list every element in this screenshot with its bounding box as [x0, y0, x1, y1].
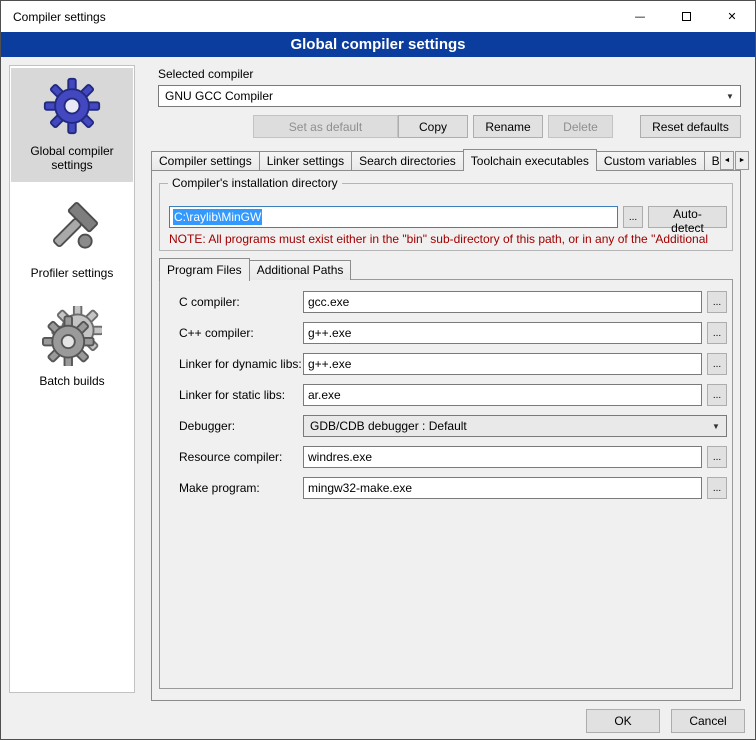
gray-gear-icon	[42, 306, 102, 366]
bin-subdirectory-note: NOTE: All programs must exist either in …	[169, 232, 729, 246]
dynamic-linker-label: Linker for dynamic libs:	[179, 357, 303, 371]
selected-text: C:\raylib\MinGW	[173, 209, 262, 225]
cpp-compiler-label: C++ compiler:	[179, 326, 303, 340]
groupbox-legend: Compiler's installation directory	[168, 176, 342, 190]
tab-search-directories[interactable]: Search directories	[351, 151, 464, 171]
tab-toolchain-executables[interactable]: Toolchain executables	[463, 149, 597, 171]
form-row-static-linker: Linker for static libs: ...	[179, 384, 727, 406]
chevron-down-icon: ▼	[706, 422, 726, 431]
resource-compiler-input[interactable]	[303, 446, 702, 468]
copy-button[interactable]: Copy	[398, 115, 468, 138]
close-icon[interactable]: ✕	[709, 1, 755, 32]
program-files-tabstrip: Program Files Additional Paths	[159, 258, 350, 280]
rename-button[interactable]: Rename	[473, 115, 543, 138]
selected-compiler-dropdown[interactable]: GNU GCC Compiler ▼	[158, 85, 741, 107]
static-linker-label: Linker for static libs:	[179, 388, 303, 402]
resource-compiler-label: Resource compiler:	[179, 450, 303, 464]
browse-directory-button[interactable]: ...	[623, 206, 643, 228]
form-row-make-program: Make program: ...	[179, 477, 727, 499]
browse-static-linker-button[interactable]: ...	[707, 384, 727, 406]
selected-compiler-value: GNU GCC Compiler	[165, 89, 273, 103]
debugger-dropdown[interactable]: GDB/CDB debugger : Default ▼	[303, 415, 727, 437]
sidebar-item-label: Batch builds	[39, 374, 104, 388]
dialog-header: Global compiler settings	[1, 32, 755, 57]
minimize-icon[interactable]: —	[617, 1, 663, 32]
delete-button[interactable]: Delete	[548, 115, 613, 138]
compiler-settings-dialog: Compiler settings — ✕ Global compiler se…	[0, 0, 756, 740]
browse-c-compiler-button[interactable]: ...	[707, 291, 727, 313]
auto-detect-button[interactable]: Auto-detect	[648, 206, 727, 228]
chevron-down-icon: ▼	[720, 92, 740, 101]
sidebar-item-label: Profiler settings	[31, 266, 114, 280]
debugger-label: Debugger:	[179, 419, 303, 433]
settings-category-list: Global compiler settings Profiler settin…	[9, 65, 135, 693]
installation-directory-row: C:\raylib\MinGW ... Auto-detect	[169, 206, 727, 228]
window-title: Compiler settings	[1, 10, 106, 24]
cpp-compiler-input[interactable]	[303, 322, 702, 344]
cancel-button[interactable]: Cancel	[671, 709, 745, 733]
c-compiler-label: C compiler:	[179, 295, 303, 309]
window-controls: — ✕	[617, 1, 755, 32]
tab-scroll-left-icon[interactable]: ◄	[720, 151, 734, 170]
sidebar-item-global-compiler-settings[interactable]: Global compiler settings	[11, 68, 133, 182]
tab-scroll-right-icon[interactable]: ►	[735, 151, 749, 170]
tab-linker-settings[interactable]: Linker settings	[259, 151, 352, 171]
profiler-tool-icon	[42, 198, 102, 258]
browse-make-program-button[interactable]: ...	[707, 477, 727, 499]
browse-cpp-compiler-button[interactable]: ...	[707, 322, 727, 344]
make-program-input[interactable]	[303, 477, 702, 499]
blue-gear-icon	[42, 76, 102, 136]
maximize-icon[interactable]	[663, 1, 709, 32]
tab-program-files[interactable]: Program Files	[159, 258, 250, 281]
debugger-value: GDB/CDB debugger : Default	[310, 419, 467, 433]
dynamic-linker-input[interactable]	[303, 353, 702, 375]
sidebar-item-batch-builds[interactable]: Batch builds	[11, 298, 133, 398]
form-row-c-compiler: C compiler: ...	[179, 291, 727, 313]
sidebar-item-profiler-settings[interactable]: Profiler settings	[11, 190, 133, 290]
titlebar[interactable]: Compiler settings — ✕	[1, 1, 755, 32]
tab-scroll-buttons: ◄ ►	[719, 151, 749, 170]
ok-button[interactable]: OK	[586, 709, 660, 733]
browse-dynamic-linker-button[interactable]: ...	[707, 353, 727, 375]
form-row-resource-compiler: Resource compiler: ...	[179, 446, 727, 468]
tab-custom-variables[interactable]: Custom variables	[596, 151, 705, 171]
browse-resource-compiler-button[interactable]: ...	[707, 446, 727, 468]
form-row-dynamic-linker: Linker for dynamic libs: ...	[179, 353, 727, 375]
selected-compiler-label: Selected compiler	[158, 67, 253, 81]
form-row-debugger: Debugger: GDB/CDB debugger : Default ▼	[179, 415, 727, 437]
static-linker-input[interactable]	[303, 384, 702, 406]
tab-additional-paths[interactable]: Additional Paths	[249, 260, 352, 280]
set-as-default-button[interactable]: Set as default	[253, 115, 398, 138]
reset-defaults-button[interactable]: Reset defaults	[640, 115, 741, 138]
c-compiler-input[interactable]	[303, 291, 702, 313]
tab-compiler-settings[interactable]: Compiler settings	[151, 151, 260, 171]
settings-tabstrip: Compiler settings Linker settings Search…	[151, 148, 749, 171]
sidebar-item-label: Global compiler settings	[13, 144, 131, 172]
make-program-label: Make program:	[179, 481, 303, 495]
form-row-cpp-compiler: C++ compiler: ...	[179, 322, 727, 344]
installation-directory-input[interactable]: C:\raylib\MinGW	[169, 206, 618, 228]
